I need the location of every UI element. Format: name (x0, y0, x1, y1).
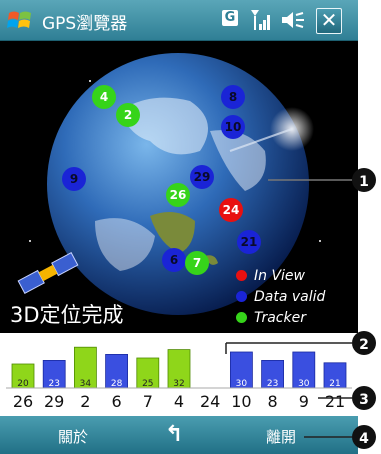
prn-label: 21 (324, 392, 346, 411)
satellite-sky-view: 4 2 8 10 9 29 26 24 21 6 7 3D定位完成 In View Data val… (0, 41, 358, 333)
legend-in-view-icon (236, 270, 247, 281)
signal-strength-icon[interactable] (250, 8, 272, 32)
volume-icon[interactable] (280, 9, 306, 31)
prn-label: 29 (44, 392, 65, 411)
fix-status-label: 3D定位完成 (10, 303, 124, 327)
prn-label: 4 (173, 392, 185, 411)
legend-label: Data valid (254, 288, 326, 305)
satellite-marker: 2 (116, 103, 140, 127)
legend-data-valid: Data valid (236, 286, 325, 307)
legend-in-view: In View (236, 265, 325, 286)
satellite-marker: 4 (92, 85, 116, 109)
satellite-legend: In View Data valid Tracker (236, 265, 325, 328)
gprs-status-icon[interactable]: G (222, 10, 238, 26)
signal-bars: 20 23 34 28 25 32 30 23 30 21 (6, 346, 352, 389)
legend-label: In View (254, 267, 305, 284)
callout-1: 1 (359, 174, 369, 190)
satellite-marker: 10 (221, 115, 245, 139)
prn-label: 26 (12, 392, 34, 411)
prn-label: 24 (200, 392, 221, 411)
windows-start-icon[interactable] (6, 6, 34, 34)
callout-2: 2 (359, 337, 369, 353)
prn-label: 2 (80, 392, 91, 411)
prn-label: 7 (142, 392, 153, 411)
exit-softkey[interactable]: 離開 (266, 426, 296, 447)
legend-data-valid-icon (236, 291, 247, 302)
callout-3: 3 (359, 392, 369, 408)
satellite-marker: 24 (219, 198, 243, 222)
prn-label: 8 (267, 392, 278, 411)
satellite-marker: 26 (166, 183, 190, 207)
close-button[interactable]: ✕ (316, 8, 342, 34)
back-icon[interactable]: ↰ (165, 422, 183, 447)
satellite-marker: 21 (237, 230, 261, 254)
title-bar: GPS瀏覽器 G ✕ (0, 0, 358, 41)
callout-4: 4 (359, 431, 369, 447)
satellite-marker: 9 (62, 167, 86, 191)
satellite-marker: 8 (221, 85, 245, 109)
satellite-marker: 29 (190, 165, 214, 189)
prn-label: 9 (298, 392, 309, 411)
panel-divider: 26 29 2 6 7 4 24 10 8 9 21 (0, 392, 358, 414)
window-title: GPS瀏覽器 (42, 14, 128, 34)
legend-tracker-icon (236, 312, 247, 323)
legend-label: Tracker (254, 309, 306, 326)
softkey-bar: 關於 ↰ 離開 (0, 416, 358, 454)
satellite-marker: 6 (162, 248, 186, 272)
legend-tracker: Tracker (236, 307, 325, 328)
about-softkey[interactable]: 關於 (58, 426, 88, 447)
prn-label: 10 (231, 392, 252, 411)
satellite-marker: 7 (185, 251, 209, 275)
signal-strength-panel: 20 23 34 28 25 32 30 23 30 21 (0, 333, 358, 393)
prn-label: 6 (111, 392, 122, 411)
